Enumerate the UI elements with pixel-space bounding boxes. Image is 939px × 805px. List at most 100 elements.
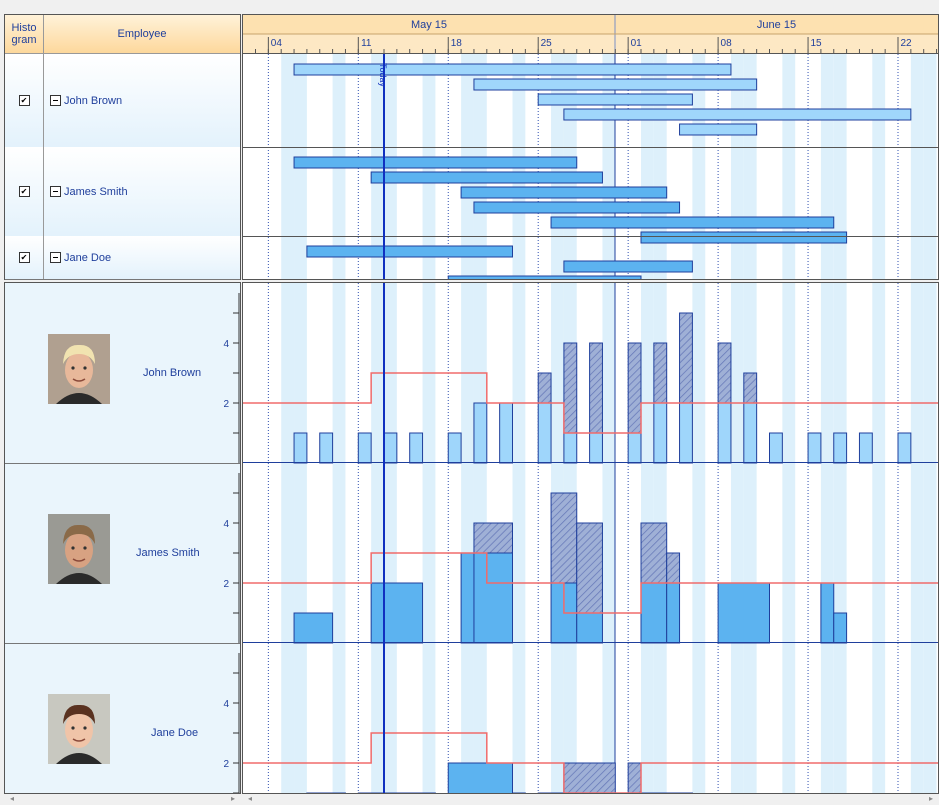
weekend-stripe (833, 283, 847, 793)
histogram-bar (679, 402, 693, 464)
task-bar (563, 108, 912, 121)
histogram-bar (537, 402, 552, 464)
scroll-right-arrow[interactable]: ▸ (231, 794, 235, 804)
scroll-left-arrow[interactable]: ◂ (248, 794, 252, 804)
tick-label: 01 (631, 38, 643, 49)
histogram-checkbox[interactable]: ✔ (18, 95, 30, 106)
weekend-stripe (281, 283, 295, 793)
weekend-stripe (923, 283, 937, 793)
tick-label: 18 (451, 38, 463, 49)
overload-bar (627, 342, 642, 434)
histogram-checkbox[interactable]: ✔ (18, 252, 30, 263)
histogram-bar (858, 432, 873, 464)
histogram-bar (563, 432, 578, 464)
histogram-bar (743, 402, 758, 464)
overload-bar (550, 492, 578, 584)
overload-bar (653, 342, 668, 404)
weekend-stripe (692, 283, 706, 793)
month-label: June 15 (757, 19, 796, 31)
histogram-checkbox[interactable]: ✔ (18, 186, 30, 197)
histogram-bar (447, 432, 462, 464)
weekend-stripe (910, 283, 924, 793)
task-bar (679, 123, 758, 136)
histogram-bar (820, 582, 835, 644)
task-bar (306, 245, 514, 258)
overload-bar (627, 762, 642, 793)
avatar (48, 694, 110, 764)
axis-label: 4 (223, 339, 229, 350)
task-bar (550, 216, 835, 229)
histogram-bar (499, 402, 513, 464)
tick-label: 08 (721, 38, 733, 49)
gantt-chart[interactable]: May 15 June 15 04 11 18 25 01 08 15 22 Today (243, 15, 938, 279)
weekend-stripe (281, 54, 295, 279)
tick-label: 25 (541, 38, 553, 49)
employee-name: Jane Doe (64, 251, 112, 264)
histogram-bar (293, 432, 308, 464)
collapse-toggle-icon[interactable] (50, 95, 61, 106)
weekend-stripe (332, 283, 346, 793)
weekend-stripe (512, 283, 526, 793)
histogram-bar (473, 402, 488, 464)
task-bar (473, 201, 681, 214)
month-label: May 15 (411, 19, 447, 31)
employee-cell: James Smith (50, 147, 128, 236)
histogram-bar (627, 432, 642, 464)
header-employee[interactable]: Employee (44, 15, 240, 54)
today-label: Today (378, 63, 388, 88)
weekend-stripe (743, 283, 757, 793)
histogram-chart[interactable] (243, 283, 938, 793)
collapse-toggle-icon[interactable] (50, 252, 61, 263)
weekend-stripe (384, 283, 397, 793)
task-bar (293, 156, 578, 169)
axis-label: 4 (223, 519, 229, 530)
histogram-checkbox-cell: ✔ (5, 147, 44, 236)
overload-bar (743, 372, 758, 404)
overload-bar (563, 342, 578, 434)
weekend-stripe (782, 54, 796, 279)
histogram-panel (242, 282, 939, 794)
left-scrollbar[interactable]: ◂ ▸ (4, 794, 241, 804)
task-bar (460, 186, 668, 199)
histogram-bar (447, 762, 513, 793)
tick-label: 15 (810, 38, 822, 49)
weekend-stripe (820, 54, 834, 279)
employee-cell: John Brown (50, 54, 122, 147)
histogram-bar (833, 432, 848, 464)
weekend-stripe (923, 54, 937, 279)
task-bar (447, 275, 642, 279)
employee-cell: Jane Doe (50, 236, 111, 279)
weekend-stripe (833, 54, 847, 279)
histogram-bar (897, 432, 912, 464)
weekend-stripe (872, 54, 886, 279)
header-histogram[interactable]: Histo gram (5, 15, 44, 54)
weekend-stripe (461, 283, 474, 793)
axis-label: 2 (223, 579, 229, 590)
gantt-panel: May 15 June 15 04 11 18 25 01 08 15 22 Today (242, 14, 939, 280)
histogram-checkbox-cell: ✔ (5, 236, 44, 279)
scroll-right-arrow[interactable]: ▸ (929, 794, 933, 804)
right-scrollbar[interactable]: ◂ ▸ (242, 794, 939, 804)
weekend-stripe (422, 283, 436, 793)
histogram-bar (293, 612, 334, 644)
collapse-toggle-icon[interactable] (50, 186, 61, 197)
scroll-left-arrow[interactable]: ◂ (10, 794, 14, 804)
histogram-labels: 2 4 2 4 2 4 John Brown James Smith Jane Doe (4, 282, 241, 794)
overload-bar (589, 342, 603, 434)
task-bar (293, 63, 732, 76)
weekend-stripe (872, 283, 886, 793)
histogram-checkbox-cell: ✔ (5, 54, 44, 147)
histogram-bar (370, 582, 424, 644)
histogram-bar (833, 612, 848, 644)
overload-bar (537, 372, 552, 404)
task-bar (563, 260, 693, 273)
overload-bar (666, 552, 681, 584)
employee-grid: Histo gram Employee ✔ John Brown ✔ James Sm… (4, 14, 241, 280)
histogram-bar (357, 432, 372, 464)
histogram-bar (717, 402, 732, 464)
axis-label: 2 (223, 399, 229, 410)
histogram-bar (473, 552, 513, 644)
histogram-bar (409, 432, 424, 464)
histogram-bar (576, 612, 603, 644)
histogram-employee-name: Jane Doe (151, 727, 199, 739)
